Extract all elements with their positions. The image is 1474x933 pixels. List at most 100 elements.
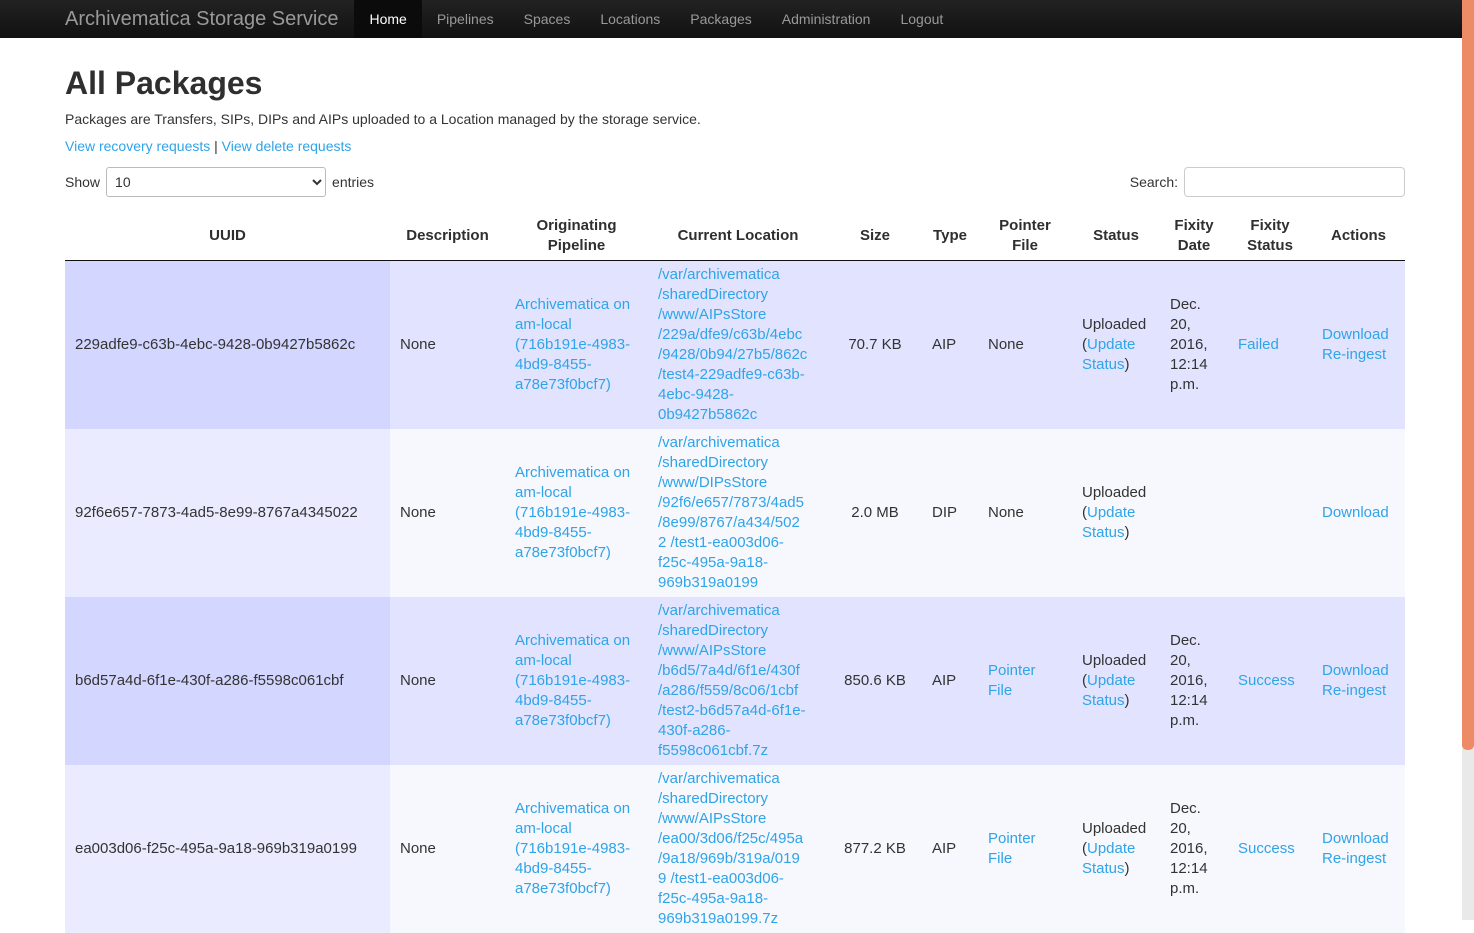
column-header-uuid[interactable]: UUID: [65, 212, 390, 261]
type-cell: AIP: [922, 261, 978, 430]
search-control: Search:: [1130, 167, 1405, 197]
fixity-date-cell: Dec. 20, 2016, 12:14 p.m.: [1160, 261, 1228, 430]
current-location-cell: /var/archivematica /sharedDirectory /www…: [648, 597, 828, 765]
pointer-file-cell: Pointer File: [978, 765, 1072, 933]
status-cell: Uploaded (Update Status): [1072, 765, 1160, 933]
type-cell: AIP: [922, 597, 978, 765]
status-cell: Uploaded (Update Status): [1072, 597, 1160, 765]
location-link[interactable]: /var/archivematica /sharedDirectory /www…: [658, 265, 808, 425]
uuid-cell: 92f6e657-7873-4ad5-8e99-8767a4345022: [65, 429, 390, 597]
package-row: b6d57a4d-6f1e-430f-a286-f5598c061cbfNone…: [65, 597, 1405, 765]
request-links: View recovery requests | View delete req…: [65, 138, 1405, 154]
type-cell: AIP: [922, 765, 978, 933]
column-header-fixity-status[interactable]: Fixity Status: [1228, 212, 1312, 261]
description-cell: None: [390, 597, 505, 765]
update-status-link[interactable]: Update Status: [1082, 336, 1135, 373]
column-header-type[interactable]: Type: [922, 212, 978, 261]
location-link[interactable]: /var/archivematica /sharedDirectory /www…: [658, 601, 808, 761]
packages-table-body: 229adfe9-c63b-4ebc-9428-0b9427b5862cNone…: [65, 261, 1405, 933]
pointer-file-cell: Pointer File: [978, 597, 1072, 765]
main-content: All Packages Packages are Transfers, SIP…: [65, 65, 1405, 933]
uuid-cell: b6d57a4d-6f1e-430f-a286-f5598c061cbf: [65, 597, 390, 765]
page-size-select[interactable]: 10: [106, 167, 326, 197]
fixity-status-cell: Success: [1228, 765, 1312, 933]
download-link[interactable]: Download: [1322, 325, 1395, 345]
column-header-originating-pipeline[interactable]: Originating Pipeline: [505, 212, 648, 261]
view-recovery-requests-link[interactable]: View recovery requests: [65, 138, 210, 154]
pointer-file-cell: None: [978, 429, 1072, 597]
description-cell: None: [390, 765, 505, 933]
fixity-status-link[interactable]: Failed: [1238, 336, 1279, 353]
pipeline-cell: Archivematica on am-local (716b191e-4983…: [505, 429, 648, 597]
packages-table-head: UUIDDescriptionOriginating PipelineCurre…: [65, 212, 1405, 261]
pipeline-cell: Archivematica on am-local (716b191e-4983…: [505, 261, 648, 430]
pipeline-cell: Archivematica on am-local (716b191e-4983…: [505, 765, 648, 933]
fixity-date-cell: Dec. 20, 2016, 12:14 p.m.: [1160, 597, 1228, 765]
table-header-row: UUIDDescriptionOriginating PipelineCurre…: [65, 212, 1405, 261]
show-label: Show: [65, 174, 100, 190]
pipeline-link[interactable]: Archivematica on am-local (716b191e-4983…: [515, 799, 638, 899]
package-row: 92f6e657-7873-4ad5-8e99-8767a4345022None…: [65, 429, 1405, 597]
location-link[interactable]: /var/archivematica /sharedDirectory /www…: [658, 769, 808, 929]
download-link[interactable]: Download: [1322, 503, 1395, 523]
update-status-link[interactable]: Update Status: [1082, 504, 1135, 541]
nav-item-locations[interactable]: Locations: [585, 0, 675, 38]
actions-cell: DownloadRe-ingest: [1312, 261, 1405, 430]
column-header-actions[interactable]: Actions: [1312, 212, 1405, 261]
scrollbar[interactable]: [1462, 0, 1474, 920]
column-header-size[interactable]: Size: [828, 212, 922, 261]
re-ingest-link[interactable]: Re-ingest: [1322, 681, 1395, 701]
column-header-description[interactable]: Description: [390, 212, 505, 261]
pipeline-link[interactable]: Archivematica on am-local (716b191e-4983…: [515, 631, 638, 731]
column-header-pointer-file[interactable]: Pointer File: [978, 212, 1072, 261]
current-location-cell: /var/archivematica /sharedDirectory /www…: [648, 765, 828, 933]
nav-item-packages[interactable]: Packages: [675, 0, 766, 38]
actions-cell: DownloadRe-ingest: [1312, 765, 1405, 933]
actions-cell: DownloadRe-ingest: [1312, 597, 1405, 765]
link-separator: |: [214, 138, 218, 154]
size-cell: 2.0 MB: [828, 429, 922, 597]
type-cell: DIP: [922, 429, 978, 597]
show-entries-control: Show 10 entries: [65, 167, 374, 197]
nav-item-spaces[interactable]: Spaces: [509, 0, 586, 38]
scrollbar-thumb[interactable]: [1462, 0, 1474, 750]
table-controls: Show 10 entries Search:: [65, 167, 1405, 197]
app-title: Archivematica Storage Service: [65, 0, 338, 38]
size-cell: 850.6 KB: [828, 597, 922, 765]
nav-item-logout[interactable]: Logout: [885, 0, 958, 38]
uuid-cell: ea003d06-f25c-495a-9a18-969b319a0199: [65, 765, 390, 933]
description-cell: None: [390, 261, 505, 430]
fixity-status-link[interactable]: Success: [1238, 840, 1295, 857]
size-cell: 877.2 KB: [828, 765, 922, 933]
download-link[interactable]: Download: [1322, 829, 1395, 849]
re-ingest-link[interactable]: Re-ingest: [1322, 849, 1395, 869]
nav-item-pipelines[interactable]: Pipelines: [422, 0, 509, 38]
column-header-status[interactable]: Status: [1072, 212, 1160, 261]
column-header-fixity-date[interactable]: Fixity Date: [1160, 212, 1228, 261]
pipeline-link[interactable]: Archivematica on am-local (716b191e-4983…: [515, 295, 638, 395]
page-title: All Packages: [65, 65, 1405, 101]
search-input[interactable]: [1184, 167, 1405, 197]
fixity-status-link[interactable]: Success: [1238, 672, 1295, 689]
description-cell: None: [390, 429, 505, 597]
current-location-cell: /var/archivematica /sharedDirectory /www…: [648, 429, 828, 597]
update-status-link[interactable]: Update Status: [1082, 840, 1135, 877]
nav-menu: HomePipelinesSpacesLocationsPackagesAdmi…: [354, 0, 958, 38]
column-header-current-location[interactable]: Current Location: [648, 212, 828, 261]
download-link[interactable]: Download: [1322, 661, 1395, 681]
pipeline-cell: Archivematica on am-local (716b191e-4983…: [505, 597, 648, 765]
location-link[interactable]: /var/archivematica /sharedDirectory /www…: [658, 433, 808, 593]
nav-item-home[interactable]: Home: [354, 0, 421, 38]
fixity-date-cell: [1160, 429, 1228, 597]
nav-item-administration[interactable]: Administration: [767, 0, 886, 38]
entries-label: entries: [332, 174, 374, 190]
re-ingest-link[interactable]: Re-ingest: [1322, 345, 1395, 365]
pointer-file-link[interactable]: Pointer File: [988, 830, 1036, 867]
update-status-link[interactable]: Update Status: [1082, 672, 1135, 709]
pipeline-link[interactable]: Archivematica on am-local (716b191e-4983…: [515, 463, 638, 563]
uuid-cell: 229adfe9-c63b-4ebc-9428-0b9427b5862c: [65, 261, 390, 430]
fixity-date-cell: Dec. 20, 2016, 12:14 p.m.: [1160, 765, 1228, 933]
view-delete-requests-link[interactable]: View delete requests: [222, 138, 352, 154]
fixity-status-cell: Success: [1228, 597, 1312, 765]
pointer-file-link[interactable]: Pointer File: [988, 662, 1036, 699]
